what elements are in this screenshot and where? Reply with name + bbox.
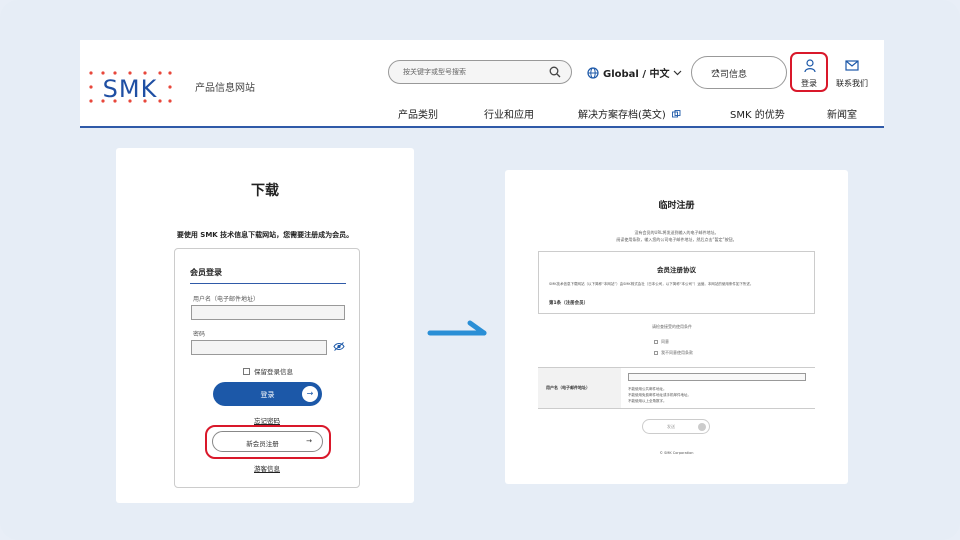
nav-item-products[interactable]: 产品类别	[398, 106, 438, 121]
chevron-down-icon	[674, 70, 682, 75]
disagree-option-label: 我不同意使用条款	[661, 350, 693, 355]
nav-item-industries[interactable]: 行业和应用	[484, 106, 534, 121]
external-link-icon	[672, 110, 681, 118]
agree-option[interactable]: 同意	[654, 339, 669, 345]
arrow-right-icon: →	[302, 386, 318, 402]
email-field[interactable]	[628, 373, 806, 381]
site-header: SMK 产品信息网站 按关键字或型号搜索 Global / 中文 公司信息 → …	[80, 40, 884, 128]
contact-label: 联系我们	[836, 79, 868, 88]
register-highlight: 新会员注册 →	[205, 425, 331, 459]
email-form-row: 用户名（电子邮件地址） 不能使用公共邮件地址。 不能使用免费邮件地址或手机邮件地…	[538, 367, 815, 409]
nav-item-newsroom[interactable]: 新闻室	[827, 106, 857, 121]
arrow-right-icon	[427, 320, 487, 336]
username-input[interactable]	[191, 305, 345, 320]
agreement-title: 会员注册协议	[657, 266, 696, 274]
header-login-label: 登录	[801, 79, 817, 88]
email-note-3: 不能使用以上全角数字。	[628, 399, 667, 403]
remember-label: 保留登录信息	[254, 368, 293, 376]
nav-item-solutions-label: 解决方案存档(英文)	[578, 110, 666, 121]
agreement-section: 第1条（注册会员）	[549, 301, 589, 306]
disagree-checkbox[interactable]	[654, 351, 658, 355]
member-login-title: 会员登录	[190, 268, 222, 277]
email-note-1: 不能使用公共邮件地址。	[628, 387, 667, 391]
temp-registration-card: 临时注册 没有会员的URL将发送到输入的电子邮件地址。 阅读使用条款，输入您的公…	[505, 170, 848, 484]
search-placeholder: 按关键字或型号搜索	[403, 68, 466, 76]
site-name: 产品信息网站	[195, 83, 255, 94]
agree-prompt: 请检查接受的使用条件	[652, 324, 692, 329]
email-label-cell: 用户名（电子邮件地址）	[538, 368, 621, 408]
email-note-2: 不能使用免费邮件地址或手机邮件地址。	[628, 393, 691, 397]
eye-off-icon[interactable]	[333, 342, 345, 351]
password-label: 密码	[193, 331, 206, 338]
nav-item-solutions[interactable]: 解决方案存档(英文)	[578, 106, 681, 121]
intro-line-1: 没有会员的URL将发送到输入的电子邮件地址。	[634, 230, 719, 235]
guest-info-link[interactable]: 游客信息	[175, 463, 359, 473]
logo-text: SMK	[103, 75, 158, 103]
member-login-box: 会员登录 用户名（电子邮件地址） 密码 保留登录信息 登录 → 忘记密码 新会员…	[174, 248, 360, 488]
agree-option-label: 同意	[661, 339, 669, 344]
arrow-right-icon: →	[711, 66, 720, 77]
agree-checkbox[interactable]	[654, 340, 658, 344]
email-label: 用户名（电子邮件地址）	[546, 385, 590, 390]
remember-checkbox[interactable]	[243, 367, 250, 375]
divider	[190, 283, 346, 284]
user-icon	[804, 59, 816, 73]
login-button[interactable]: 登录 →	[213, 382, 322, 406]
globe-icon	[587, 66, 599, 79]
download-message: 要使用 SMK 技术信息下载网站，您需要注册成为会员。	[176, 231, 354, 239]
send-button[interactable]: 发送	[642, 419, 710, 434]
username-label: 用户名（电子邮件地址）	[193, 296, 260, 303]
search-input[interactable]: 按关键字或型号搜索	[388, 60, 572, 84]
language-selector[interactable]: Global / 中文	[587, 65, 682, 80]
remember-login[interactable]: 保留登录信息	[243, 366, 293, 376]
arrow-right-icon: →	[306, 437, 312, 445]
download-title: 下载	[251, 183, 279, 199]
company-info-button[interactable]: 公司信息 →	[691, 56, 787, 89]
copyright: © SMK Corporation	[659, 451, 694, 455]
intro-line-2: 阅读使用条款，输入您的公司电子邮件地址，然后点击“暂定”按钮。	[616, 237, 737, 242]
register-button[interactable]: 新会员注册 →	[212, 431, 323, 452]
agreement-box[interactable]: 会员注册协议 SMK技术信息下载网站（以下简称“本网站”）由SMK株式会社（日本…	[538, 251, 815, 314]
arrow-right-icon	[698, 423, 706, 431]
register-button-label: 新会员注册	[246, 440, 279, 448]
search-icon[interactable]	[549, 66, 561, 78]
download-page-card: 下载 要使用 SMK 技术信息下载网站，您需要注册成为会员。 会员登录 用户名（…	[116, 148, 414, 503]
agreement-text: SMK技术信息下载网站（以下简称“本网站”）由SMK株式会社（日本公司，以下简称…	[549, 282, 754, 286]
password-input[interactable]	[191, 340, 327, 355]
language-label: Global / 中文	[603, 69, 670, 80]
disagree-option[interactable]: 我不同意使用条款	[654, 350, 693, 356]
header-login-button[interactable]: 登录	[790, 52, 828, 92]
nav-item-advantages[interactable]: SMK 的优势	[730, 106, 785, 121]
forgot-password-link[interactable]: 忘记密码	[175, 415, 359, 425]
smk-logo[interactable]: SMK	[88, 70, 172, 104]
send-button-label: 发送	[667, 424, 675, 429]
temp-registration-title: 临时注册	[658, 201, 695, 211]
mail-icon	[845, 60, 859, 71]
contact-button[interactable]: 联系我们	[832, 56, 872, 89]
